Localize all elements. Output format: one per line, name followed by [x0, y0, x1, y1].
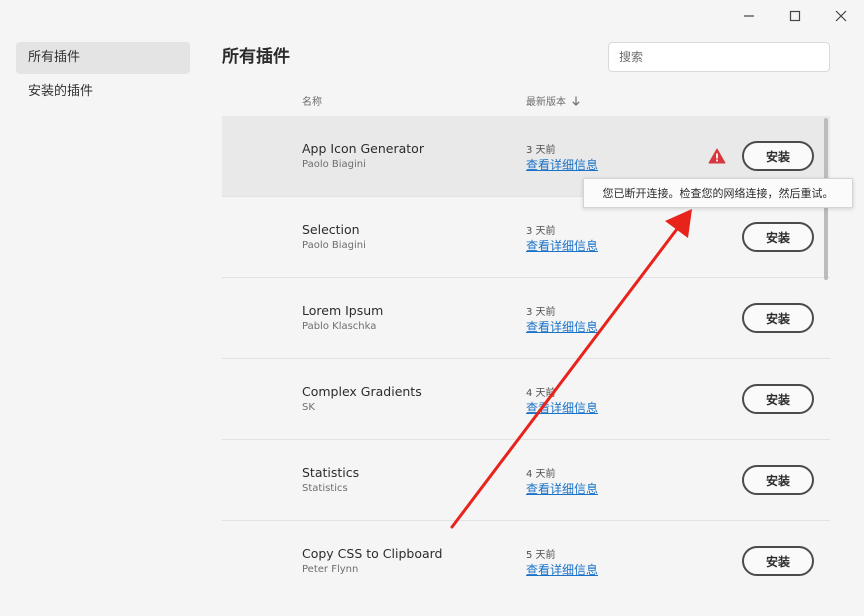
minimize-icon	[744, 15, 754, 17]
column-header-name-label: 名称	[302, 97, 322, 108]
plugin-name: App Icon Generator	[302, 141, 424, 156]
plugin-name: Selection	[302, 222, 360, 237]
plugin-author: Paolo Biagini	[302, 240, 366, 251]
install-button[interactable]: 安装	[742, 222, 814, 252]
arrow-down-icon	[572, 96, 580, 106]
plugin-date: 4 天前	[526, 469, 556, 480]
close-button[interactable]	[818, 0, 864, 32]
plugin-author: Pablo Klaschka	[302, 321, 377, 332]
plugin-row: Statistics Statistics 4 天前 查看详细信息 安装	[222, 440, 830, 521]
plugin-name: Statistics	[302, 465, 360, 480]
plugin-row: Lorem Ipsum Pablo Klaschka 3 天前 查看详细信息 安…	[222, 278, 830, 359]
maximize-icon	[789, 10, 801, 22]
maximize-button[interactable]	[772, 0, 818, 32]
plugin-row: Complex Gradients SK 4 天前 查看详细信息 安装	[222, 359, 830, 440]
plugin-name: Complex Gradients	[302, 384, 422, 399]
plugin-date: 3 天前	[526, 307, 556, 318]
column-header-version-label: 最新版本	[526, 97, 566, 108]
plugin-row: Copy CSS to Clipboard Peter Flynn 5 天前 查…	[222, 521, 830, 576]
plugin-date: 3 天前	[526, 226, 556, 237]
search-input[interactable]	[608, 42, 830, 72]
window-controls	[726, 0, 864, 32]
plugin-name: Lorem Ipsum	[302, 303, 384, 318]
plugin-author: Paolo Biagini	[302, 159, 366, 170]
offline-tooltip: 您已断开连接。检查您的网络连接，然后重试。	[583, 178, 853, 208]
plugin-date: 3 天前	[526, 145, 556, 156]
plugin-name: Copy CSS to Clipboard	[302, 546, 443, 561]
view-details-link[interactable]: 查看详细信息	[526, 480, 598, 497]
page-title: 所有插件	[222, 47, 290, 67]
sidebar-item-installed-plugins[interactable]: 安装的插件	[16, 76, 190, 108]
plugin-row: Selection Paolo Biagini 3 天前 查看详细信息 安装	[222, 197, 830, 278]
install-button[interactable]: 安装	[742, 546, 814, 576]
plugin-author: Peter Flynn	[302, 564, 359, 575]
plugin-date: 4 天前	[526, 388, 556, 399]
plugin-date: 5 天前	[526, 550, 556, 561]
view-details-link[interactable]: 查看详细信息	[526, 399, 598, 416]
view-details-link[interactable]: 查看详细信息	[526, 156, 598, 173]
close-icon	[835, 10, 847, 22]
plugin-author: Statistics	[302, 483, 348, 494]
install-button[interactable]: 安装	[742, 384, 814, 414]
warning-icon[interactable]	[708, 148, 726, 164]
plugin-author: SK	[302, 402, 315, 413]
install-button[interactable]: 安装	[742, 303, 814, 333]
column-header-name[interactable]: 名称	[302, 93, 322, 108]
minimize-button[interactable]	[726, 0, 772, 32]
column-header-version[interactable]: 最新版本	[526, 93, 580, 108]
view-details-link[interactable]: 查看详细信息	[526, 561, 598, 576]
sidebar-item-all-plugins[interactable]: 所有插件	[16, 42, 190, 74]
view-details-link[interactable]: 查看详细信息	[526, 237, 598, 254]
sidebar: 所有插件 安装的插件	[16, 42, 190, 110]
view-details-link[interactable]: 查看详细信息	[526, 318, 598, 335]
install-button[interactable]: 安装	[742, 465, 814, 495]
install-button[interactable]: 安装	[742, 141, 814, 171]
